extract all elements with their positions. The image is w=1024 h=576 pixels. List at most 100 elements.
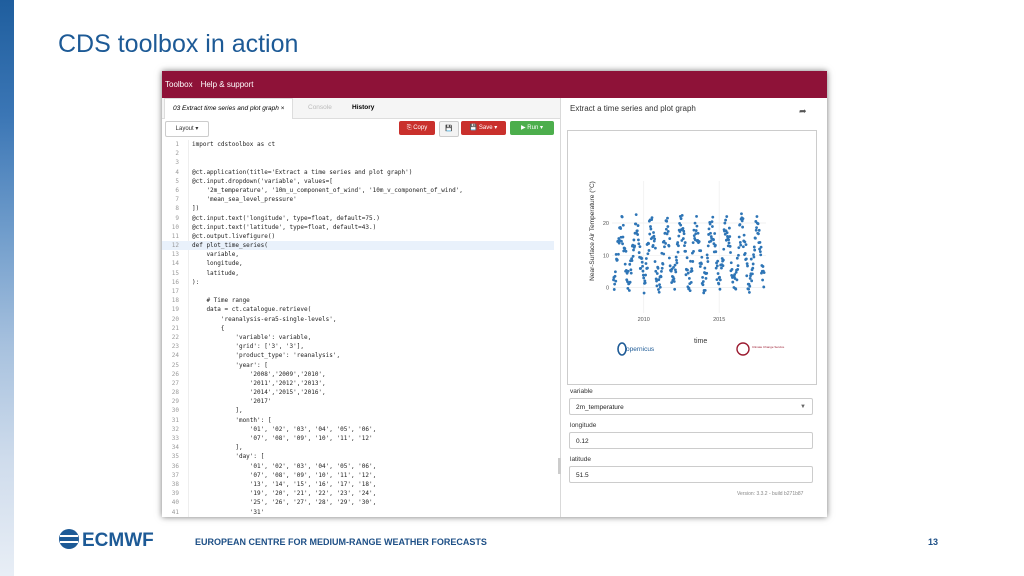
data-point	[743, 240, 747, 244]
code-line[interactable]: 15 latitude,	[162, 269, 554, 278]
tab-console[interactable]: Console	[300, 98, 340, 118]
code-line[interactable]: 22 'variable': variable,	[162, 333, 554, 342]
latitude-input[interactable]: 51.5	[569, 466, 813, 483]
line-number: 3	[175, 159, 179, 167]
data-point	[737, 253, 740, 257]
variable-dropdown[interactable]: 2m_temperature ▼	[569, 398, 813, 415]
code-line[interactable]: 36 '01', '02', '03', '04', '05', '06',	[162, 462, 554, 471]
code-line[interactable]: 33 '07', '08', '09', '10', '11', '12'	[162, 434, 554, 443]
menu-toolbox[interactable]: Toolbox	[165, 80, 193, 89]
longitude-input[interactable]: 0.12	[569, 432, 813, 449]
line-number: 15	[171, 269, 179, 277]
data-point	[722, 247, 726, 251]
code-line[interactable]: 30 ],	[162, 406, 554, 415]
code-line[interactable]: 31 'month': [	[162, 416, 554, 425]
data-point	[718, 275, 721, 279]
code-line[interactable]: 35 'day': [	[162, 452, 554, 461]
tab-history[interactable]: History	[344, 98, 382, 118]
line-number: 14	[171, 260, 179, 268]
code-text: '25', '26', '27', '28', '29', '30',	[192, 499, 377, 507]
data-point	[666, 225, 670, 228]
data-point	[749, 257, 753, 261]
save-icon-button[interactable]: 💾	[439, 121, 459, 137]
code-line[interactable]: 37 '07', '08', '09', '10', '11', '12',	[162, 471, 554, 480]
code-line[interactable]: 24 'product_type': 'reanalysis',	[162, 351, 554, 360]
tab-script[interactable]: 03 Extract time series and plot graph ×	[164, 98, 294, 119]
code-line[interactable]: 1 import cdstoolbox as ct	[162, 140, 554, 149]
code-line[interactable]: 19 data = ct.catalogue.retrieve(	[162, 305, 554, 314]
code-line[interactable]: 8])	[162, 204, 554, 213]
data-point	[690, 269, 694, 273]
data-point	[674, 270, 678, 274]
data-point	[705, 253, 709, 257]
code-line[interactable]: 3	[162, 158, 554, 167]
data-point	[723, 221, 727, 225]
code-line[interactable]: 11 @ct.output.livefigure()	[162, 232, 554, 241]
data-point	[700, 262, 703, 266]
data-point	[658, 285, 662, 289]
code-line[interactable]: 2	[162, 149, 554, 158]
data-point	[762, 285, 766, 289]
data-point	[633, 244, 637, 248]
code-line[interactable]: 9 @ct.input.text('longitude', type=float,…	[162, 214, 554, 223]
line-number: 36	[171, 462, 179, 470]
code-line[interactable]: 23 'grid': ['3', '3'],	[162, 342, 554, 351]
code-line[interactable]: 39 '19', '20', '21', '22', '23', '24',	[162, 489, 554, 498]
data-point	[755, 226, 758, 230]
code-line[interactable]: 13 variable,	[162, 250, 554, 259]
code-line[interactable]: 14 longitude,	[162, 259, 554, 268]
data-point	[652, 234, 656, 238]
code-line[interactable]: 25 'year': [	[162, 361, 554, 370]
code-line[interactable]: 29 '2017'	[162, 397, 554, 406]
data-point	[632, 248, 635, 252]
data-point	[643, 281, 647, 285]
data-point	[714, 250, 718, 254]
line-number: 27	[171, 379, 179, 387]
copy-button[interactable]: ⎘ Copy	[399, 121, 435, 135]
data-point	[752, 245, 756, 249]
share-icon[interactable]: ➦	[799, 106, 807, 117]
line-number: 13	[171, 251, 179, 259]
code-line[interactable]: 34 ],	[162, 443, 554, 452]
code-line[interactable]: 18 # Time range	[162, 296, 554, 305]
data-point	[640, 260, 644, 264]
editor-pane: 03 Extract time series and plot graph × …	[162, 98, 561, 517]
code-line[interactable]: 5 @ct.input.dropdown('variable', values=[	[162, 177, 554, 186]
code-line[interactable]: 41 '31'	[162, 508, 554, 517]
menu-help-support[interactable]: Help & support	[201, 80, 254, 89]
code-line[interactable]: 4 @ct.application(title='Extract a time s…	[162, 168, 554, 177]
y-tick-label: 10	[603, 253, 609, 259]
data-point	[753, 248, 757, 252]
save-button[interactable]: 💾 Save ▾	[461, 121, 506, 135]
code-line[interactable]: 21 {	[162, 324, 554, 333]
data-point	[701, 280, 705, 283]
line-number: 32	[171, 425, 179, 433]
code-line[interactable]: 28 '2014','2015','2016',	[162, 388, 554, 397]
code-line[interactable]: 6 '2m_temperature', '10m_u_component_of_…	[162, 186, 554, 195]
code-line[interactable]: 12 def plot_time_series(	[162, 241, 554, 251]
line-number: 7	[175, 196, 179, 204]
data-point	[704, 276, 708, 280]
chart-card: 0 10 20 2010 2015 Near-Surface Air Temperat…	[567, 130, 817, 385]
data-point	[642, 276, 646, 280]
data-point	[697, 240, 701, 244]
code-line[interactable]: 16):	[162, 278, 554, 287]
code-line[interactable]: 32 '01', '02', '03', '04', '05', '06',	[162, 425, 554, 434]
time-series-chart: 0 10 20 2010 2015 Near-Surface Air Temperat…	[588, 181, 785, 356]
code-line[interactable]: 10 @ct.input.text('latitude', type=float,…	[162, 223, 554, 232]
layout-dropdown-button[interactable]: Layout ▾	[165, 121, 209, 137]
code-text: latitude,	[192, 269, 239, 277]
data-point	[751, 262, 755, 266]
run-button[interactable]: ▶ Run ▾	[510, 121, 554, 135]
data-point	[629, 271, 633, 275]
code-line[interactable]: 20 'reanalysis-era5-single-levels',	[162, 315, 554, 324]
code-line[interactable]: 7 'mean_sea_level_pressure'	[162, 195, 554, 204]
code-line[interactable]: 38 '13', '14', '15', '16', '17', '18',	[162, 480, 554, 489]
code-editor[interactable]: 1 import cdstoolbox as ct 2 3 4 @ct.applicati…	[162, 140, 554, 517]
code-line[interactable]: 27 '2011','2012','2013',	[162, 379, 554, 388]
code-line[interactable]: 40 '25', '26', '27', '28', '29', '30',	[162, 498, 554, 507]
data-point	[624, 249, 628, 253]
code-line[interactable]: 17	[162, 287, 554, 296]
code-line[interactable]: 26 '2008','2009','2010',	[162, 370, 554, 379]
data-point	[684, 249, 687, 253]
